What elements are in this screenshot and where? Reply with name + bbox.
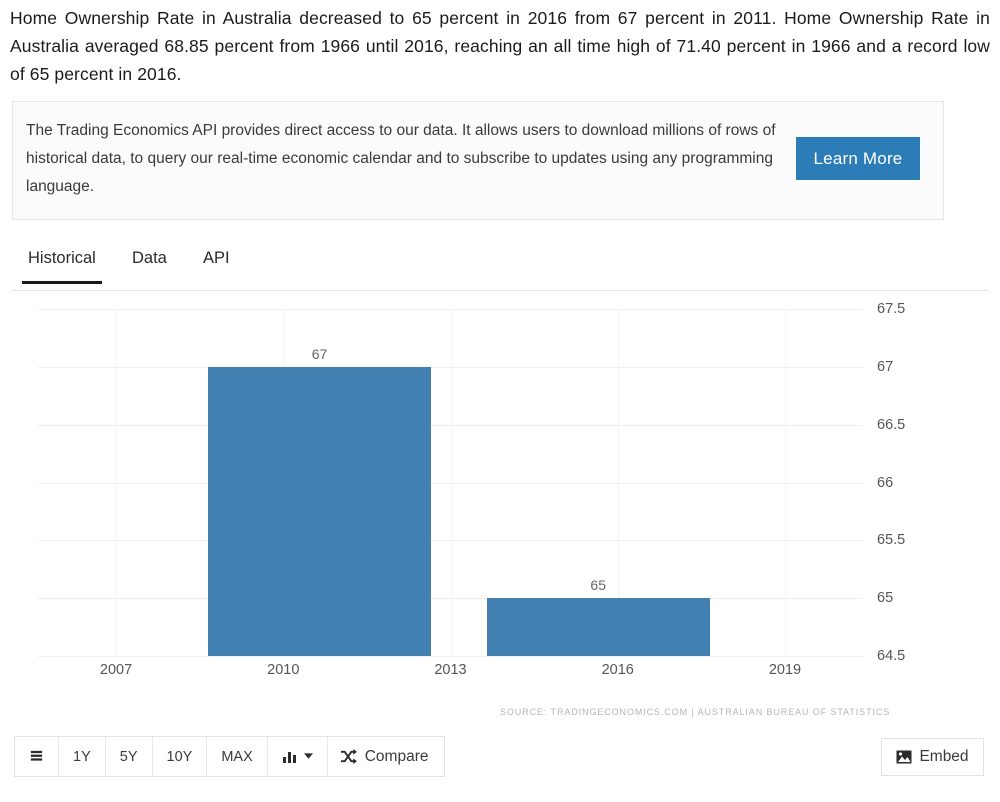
y-axis-tick-label: 64.5 <box>877 648 906 664</box>
bar-chart-icon <box>282 750 298 764</box>
y-axis-tick-label: 66.5 <box>877 416 906 433</box>
intro-paragraph: Home Ownership Rate in Australia decreas… <box>10 8 990 84</box>
embed-label: Embed <box>919 748 969 765</box>
y-axis-tick-label: 67.5 <box>877 301 906 317</box>
bar-value-label: 67 <box>311 345 328 362</box>
y-gridline <box>38 656 863 657</box>
chart-toolbar: 1Y 5Y 10Y MAX Compare <box>14 736 446 777</box>
x-gridline <box>784 309 786 656</box>
tab-data[interactable]: Data <box>126 248 173 281</box>
tab-bar: Historical Data API <box>12 248 988 291</box>
list-view-button[interactable] <box>15 737 59 776</box>
api-promo-box: The Trading Economics API provides direc… <box>12 101 944 220</box>
bar-value-label: 65 <box>590 577 607 594</box>
chart-container[interactable]: SOURCE: TRADINGECONOMICS.COM | AUSTRALIA… <box>0 295 1000 725</box>
chevron-down-icon <box>303 753 313 760</box>
tab-api[interactable]: API <box>197 248 236 281</box>
api-promo-text: The Trading Economics API provides direc… <box>26 122 776 195</box>
x-axis-tick-label: 2013 <box>434 662 467 678</box>
x-axis-tick-label: 2010 <box>267 662 300 678</box>
range-10y-button[interactable]: 10Y <box>152 737 208 776</box>
x-gridline <box>116 309 118 656</box>
y-axis-tick-label: 66 <box>877 474 894 491</box>
chart-plot-area <box>38 309 863 657</box>
range-max-button[interactable]: MAX <box>207 737 268 776</box>
chart-type-dropdown[interactable] <box>267 737 328 776</box>
list-icon <box>29 749 44 764</box>
x-axis-tick-label: 2019 <box>768 662 802 678</box>
range-5y-button[interactable]: 5Y <box>105 737 153 776</box>
chart-source-attribution: SOURCE: TRADINGECONOMICS.COM | AUSTRALIA… <box>500 707 891 717</box>
y-axis-tick-label: 65.5 <box>877 532 906 549</box>
x-axis-tick-label: 2016 <box>601 662 634 678</box>
x-axis-tick-label: 2007 <box>99 662 133 678</box>
shuffle-icon <box>340 749 357 764</box>
x-gridline <box>450 309 452 656</box>
chart-bar[interactable] <box>208 366 431 656</box>
compare-label: Compare <box>364 747 429 765</box>
y-axis-tick-label: 67 <box>877 358 894 375</box>
tab-historical[interactable]: Historical <box>22 248 102 284</box>
chart-bar[interactable] <box>486 598 710 656</box>
range-1y-button[interactable]: 1Y <box>59 737 106 776</box>
y-axis-tick-label: 65 <box>877 590 894 607</box>
embed-button[interactable]: Embed <box>881 738 984 776</box>
image-icon <box>896 750 912 764</box>
compare-button[interactable]: Compare <box>327 737 445 776</box>
learn-more-button[interactable]: Learn More <box>796 137 920 180</box>
